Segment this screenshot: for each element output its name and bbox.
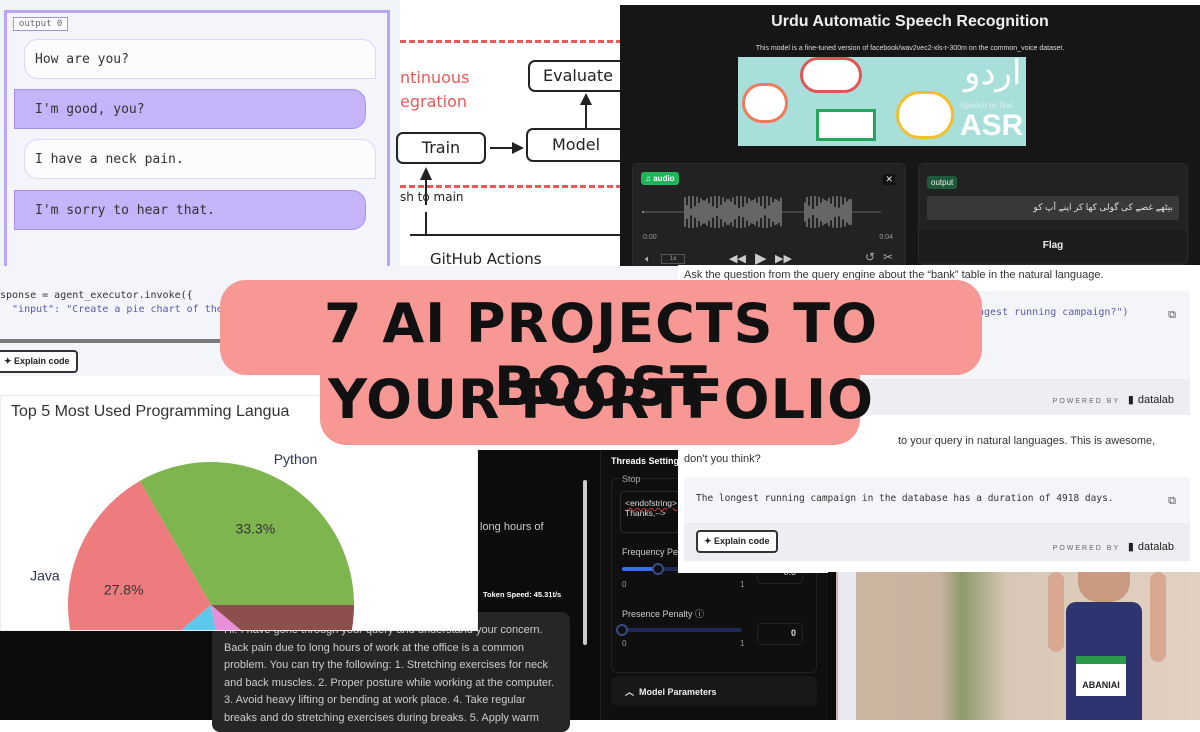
- output-card: output بیٹھے غصے کی گولی کھا کر اپنے آپ …: [918, 163, 1188, 265]
- presence-penalty-label: Presence Penalty ⓘ: [622, 609, 705, 619]
- chat-message-user: How are you?: [24, 39, 376, 79]
- runner-photo: ABANIAI: [828, 572, 1200, 720]
- waveform[interactable]: [641, 194, 881, 230]
- output-label: output: [927, 176, 958, 189]
- pie-data-label: 27.8%: [104, 581, 144, 597]
- push-label: sh to main: [400, 190, 464, 204]
- app-title: Urdu Automatic Speech Recognition: [771, 13, 1049, 30]
- title-banner: 7 AI PROJECTS TO BOOST YOUR PORTFOLIO: [220, 280, 982, 445]
- volume-icon[interactable]: 🔈︎: [645, 254, 651, 265]
- time-start: 0:00: [643, 234, 657, 241]
- chat-message-user: I have a neck pain.: [24, 139, 376, 179]
- copy-icon[interactable]: ⧉: [1168, 309, 1176, 322]
- slider-max: 1: [740, 580, 745, 589]
- diagram-arrows: [410, 93, 622, 236]
- asr-banner-image: اردو Speech to Text ASR: [738, 57, 1026, 146]
- result-cell: The longest running campaign in the data…: [684, 477, 1190, 561]
- race-bib: ABANIAI: [1076, 656, 1126, 696]
- copy-icon[interactable]: ⧉: [1168, 495, 1176, 508]
- explain-code-button[interactable]: ✦ Explain code: [0, 350, 78, 373]
- explain-code-button[interactable]: ✦ Explain code: [696, 530, 778, 553]
- time-end: 0:04: [879, 234, 893, 241]
- undo-icon[interactable]: ↺: [865, 250, 875, 264]
- ci-diagram: ntinuous egration Evaluate Train Model s…: [396, 30, 628, 278]
- slider-min: 0: [622, 639, 627, 648]
- app-subtitle: This model is a fine-tuned version of fa…: [755, 45, 1065, 52]
- message-partial: long hours of: [480, 521, 544, 533]
- banner-urdu-text: اردو: [964, 57, 1022, 92]
- chat-output-panel: output 0 How are you? I'm good, you? I h…: [0, 0, 400, 268]
- banner-asr: ASR: [960, 109, 1024, 142]
- scrollbar[interactable]: [583, 480, 587, 645]
- flag-button[interactable]: Flag: [919, 230, 1187, 262]
- speed-button[interactable]: 1x: [661, 254, 686, 264]
- answer-text: don't you think?: [684, 453, 761, 465]
- model-parameters-toggle[interactable]: ︿ Model Parameters: [611, 676, 817, 706]
- presence-penalty-input[interactable]: 0: [757, 623, 803, 645]
- slider-min: 0: [622, 580, 627, 589]
- close-icon[interactable]: ✕: [883, 174, 895, 185]
- audio-label: ♫ audio: [641, 172, 679, 185]
- presence-penalty-slider[interactable]: [616, 624, 742, 636]
- chat-message-assistant: I'm good, you?: [14, 89, 366, 129]
- scissors-icon[interactable]: ✂: [883, 250, 893, 264]
- rewind-icon[interactable]: ◀◀: [729, 252, 746, 265]
- forward-icon[interactable]: ▶▶: [775, 252, 792, 265]
- code-line: "input": "Create a pie chart of the: [0, 304, 223, 315]
- chat-message-assistant: I'm sorry to hear that.: [14, 190, 366, 230]
- pie-category-label: Java: [30, 567, 60, 583]
- output-textbox[interactable]: بیٹھے غصے کی گولی کھا کر اپنے آپ کو: [927, 196, 1179, 220]
- token-speed: Token Speed: 45.31t/s: [483, 590, 562, 599]
- code-line: sponse = agent_executor.invoke({: [0, 290, 193, 301]
- dashed-divider: [400, 185, 622, 188]
- stop-label: Stop: [622, 474, 641, 484]
- slider-max: 1: [740, 639, 745, 648]
- settings-title: Threads Settings: [611, 456, 685, 466]
- output-tag: output 0: [13, 17, 69, 31]
- pie-category-label: Python: [274, 451, 318, 467]
- powered-by: POWERED BY ▮ datalab: [1052, 541, 1174, 553]
- pie-data-label: 33.3%: [236, 520, 276, 536]
- code-line: ngest running campaign?"): [978, 307, 1129, 318]
- urdu-asr-app: Urdu Automatic Speech Recognition This m…: [620, 5, 1200, 283]
- pie-data-label: 11.1%: [275, 627, 314, 631]
- result-text: The longest running campaign in the data…: [696, 493, 1114, 504]
- powered-by: POWERED BY ▮ datalab: [1052, 394, 1174, 406]
- title-line-2: YOUR PORTFOLIO: [328, 368, 874, 431]
